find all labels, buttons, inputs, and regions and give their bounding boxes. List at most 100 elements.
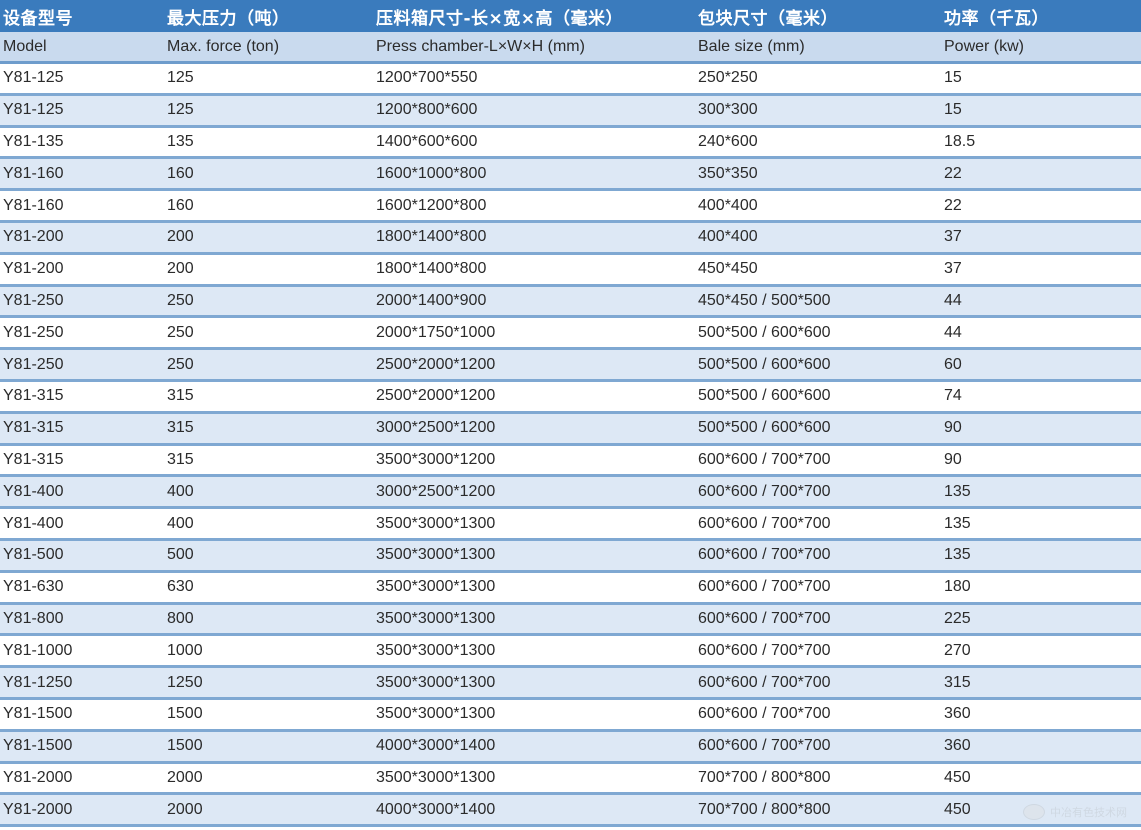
cell-chamber: 3000*2500*1200 <box>376 482 496 500</box>
cell-force: 200 <box>167 228 194 246</box>
table-row: Y81-800 800 3500*3000*1300 600*600 / 700*70… <box>0 604 1141 637</box>
cell-force: 125 <box>167 69 194 87</box>
cell-bale: 250*250 <box>698 69 758 87</box>
cell-model: Y81-1500 <box>3 705 73 723</box>
cell-bale: 600*600 / 700*700 <box>698 609 831 627</box>
cell-power: 360 <box>944 705 971 723</box>
cell-force: 250 <box>167 323 194 341</box>
watermark-text: 中冶有色技术网 <box>1050 806 1127 819</box>
cell-model: Y81-315 <box>3 450 64 468</box>
header-chamber-cn: 压料箱尺寸-长×宽×高（毫米） <box>376 8 624 29</box>
header-bale-en: Bale size (mm) <box>698 37 805 55</box>
cell-chamber: 1600*1200*800 <box>376 196 487 214</box>
table-row: Y81-160 160 1600*1200*800 400*400 22 <box>0 191 1141 223</box>
cell-power: 37 <box>944 228 962 246</box>
cell-force: 315 <box>167 450 194 468</box>
cell-bale: 600*600 / 700*700 <box>698 578 831 596</box>
table-row: Y81-2000 2000 4000*3000*1400 700*700 / 800*… <box>0 795 1141 828</box>
cell-bale: 500*500 / 600*600 <box>698 355 831 373</box>
cell-model: Y81-135 <box>3 132 64 150</box>
cell-model: Y81-315 <box>3 387 64 405</box>
cell-bale: 600*600 / 700*700 <box>698 673 831 691</box>
cell-model: Y81-2000 <box>3 800 73 818</box>
cell-chamber: 2000*1400*900 <box>376 291 487 309</box>
cell-model: Y81-125 <box>3 69 64 87</box>
table-row: Y81-315 315 2500*2000*1200 500*500 / 600*60… <box>0 381 1141 414</box>
cell-model: Y81-800 <box>3 609 64 627</box>
header-chamber-en: Press chamber-L×W×H (mm) <box>376 37 585 55</box>
table-row: Y81-400 400 3000*2500*1200 600*600 / 700*70… <box>0 477 1141 510</box>
cell-chamber: 1800*1400*800 <box>376 260 487 278</box>
cell-force: 500 <box>167 546 194 564</box>
cell-power: 37 <box>944 260 962 278</box>
cell-force: 135 <box>167 132 194 150</box>
cell-bale: 240*600 <box>698 132 758 150</box>
cell-chamber: 3500*3000*1300 <box>376 768 496 786</box>
cell-bale: 450*450 <box>698 260 758 278</box>
cell-power: 360 <box>944 737 971 755</box>
cell-power: 135 <box>944 514 971 532</box>
cell-force: 400 <box>167 514 194 532</box>
table-row: Y81-250 250 2000*1400*900 450*450 / 500*500… <box>0 286 1141 319</box>
cell-force: 630 <box>167 578 194 596</box>
cell-model: Y81-315 <box>3 419 64 437</box>
cell-chamber: 3500*3000*1300 <box>376 609 496 627</box>
cell-power: 90 <box>944 450 962 468</box>
cell-power: 270 <box>944 641 971 659</box>
cell-bale: 300*300 <box>698 101 758 119</box>
cell-model: Y81-500 <box>3 546 64 564</box>
cell-force: 315 <box>167 419 194 437</box>
table-row: Y81-250 250 2500*2000*1200 500*500 / 600*60… <box>0 350 1141 382</box>
cell-model: Y81-250 <box>3 291 64 309</box>
cell-force: 315 <box>167 387 194 405</box>
cell-force: 400 <box>167 482 194 500</box>
cell-bale: 400*400 <box>698 196 758 214</box>
cell-force: 250 <box>167 355 194 373</box>
header-power-en: Power (kw) <box>944 37 1025 55</box>
cell-chamber: 3500*3000*1300 <box>376 705 496 723</box>
cell-model: Y81-160 <box>3 196 64 214</box>
cell-chamber: 1200*800*600 <box>376 101 478 119</box>
cell-force: 1250 <box>167 673 203 691</box>
cell-chamber: 3500*3000*1300 <box>376 673 496 691</box>
table-row: Y81-125 125 1200*700*550 250*250 15 <box>0 64 1141 96</box>
table-row: Y81-500 500 3500*3000*1300 600*600 / 700*70… <box>0 540 1141 573</box>
spec-table: 设备型号 最大压力（吨） 压料箱尺寸-长×宽×高（毫米） 包块尺寸（毫米） 功率… <box>0 0 1141 828</box>
cell-force: 160 <box>167 164 194 182</box>
table-row: Y81-315 315 3500*3000*1200 600*600 / 700*70… <box>0 445 1141 478</box>
cell-model: Y81-1250 <box>3 673 73 691</box>
table-row: Y81-315 315 3000*2500*1200 500*500 / 600*60… <box>0 413 1141 446</box>
cell-bale: 700*700 / 800*800 <box>698 768 831 786</box>
cell-bale: 600*600 / 700*700 <box>698 546 831 564</box>
table-row: Y81-1000 1000 3500*3000*1300 600*600 / 700*… <box>0 636 1141 669</box>
cell-model: Y81-250 <box>3 323 64 341</box>
cell-chamber: 2000*1750*1000 <box>376 323 496 341</box>
cell-model: Y81-400 <box>3 482 64 500</box>
cell-force: 2000 <box>167 800 203 818</box>
table-row: Y81-200 200 1800*1400*800 400*400 37 <box>0 222 1141 255</box>
cell-power: 22 <box>944 164 962 182</box>
cell-power: 44 <box>944 323 962 341</box>
cell-bale: 400*400 <box>698 228 758 246</box>
cell-bale: 350*350 <box>698 164 758 182</box>
cell-model: Y81-250 <box>3 355 64 373</box>
cell-force: 160 <box>167 196 194 214</box>
cell-bale: 700*700 / 800*800 <box>698 800 831 818</box>
cell-model: Y81-200 <box>3 228 64 246</box>
table-row: Y81-1500 1500 4000*3000*1400 600*600 / 700*… <box>0 731 1141 764</box>
cell-power: 18.5 <box>944 132 976 150</box>
header-bale-cn: 包块尺寸（毫米） <box>698 8 838 29</box>
cell-force: 1500 <box>167 705 203 723</box>
cell-power: 44 <box>944 291 962 309</box>
cell-chamber: 2500*2000*1200 <box>376 387 496 405</box>
cell-chamber: 4000*3000*1400 <box>376 800 496 818</box>
table-row: Y81-125 125 1200*800*600 300*300 15 <box>0 95 1141 128</box>
table-row: Y81-200 200 1800*1400*800 450*450 37 <box>0 254 1141 287</box>
cell-chamber: 1400*600*600 <box>376 132 478 150</box>
cell-power: 15 <box>944 69 962 87</box>
cell-chamber: 3500*3000*1300 <box>376 546 496 564</box>
cell-chamber: 3500*3000*1200 <box>376 450 496 468</box>
table-row: Y81-1250 1250 3500*3000*1300 600*600 / 700*… <box>0 668 1141 700</box>
table-row: Y81-250 250 2000*1750*1000 500*500 / 600*60… <box>0 318 1141 351</box>
cell-force: 200 <box>167 260 194 278</box>
